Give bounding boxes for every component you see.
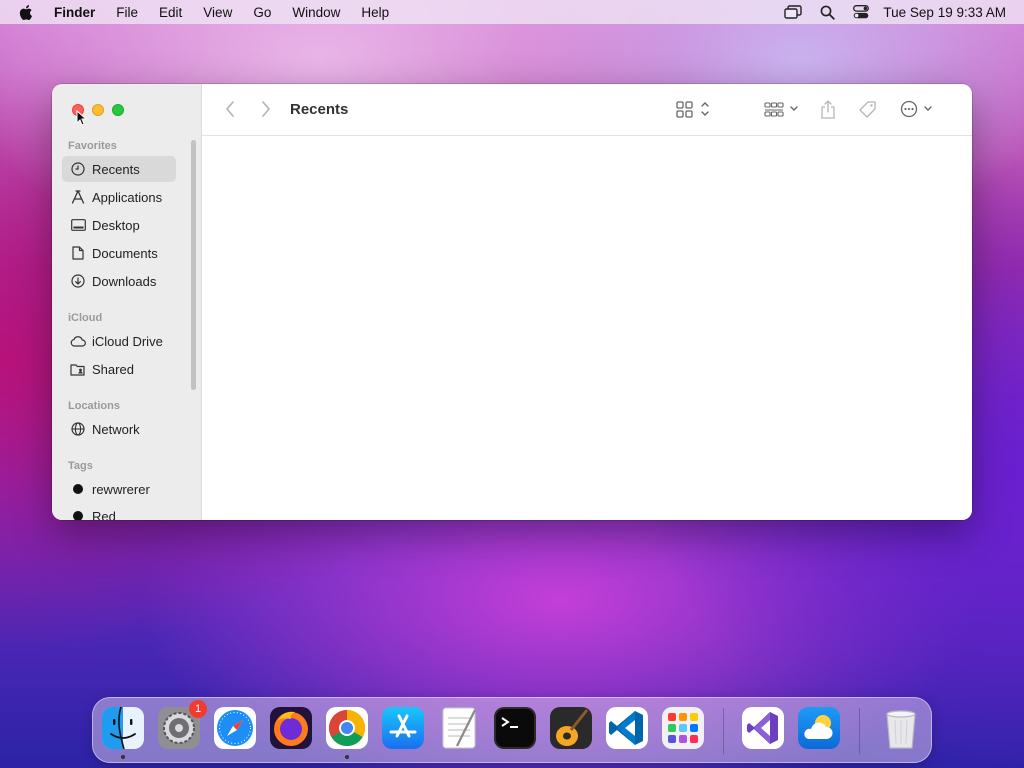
sidebar-item-label: Documents [92, 245, 158, 261]
dock: 1 [92, 697, 932, 763]
minimize-button[interactable] [92, 104, 104, 116]
sidebar-item-label: rewwrerer [92, 481, 150, 497]
menu-bar: Finder File Edit View Go Window Help Tue… [0, 0, 1024, 24]
textedit-icon [442, 707, 476, 749]
download-icon [70, 273, 86, 289]
dock-visual-studio[interactable] [741, 706, 785, 750]
dock-launchpad[interactable] [661, 706, 705, 750]
running-indicator [121, 755, 125, 759]
sidebar-tag-rewwrerer[interactable]: rewwrerer [62, 476, 176, 502]
dock-chrome[interactable] [325, 706, 369, 759]
sidebar-section-locations: Locations [68, 400, 120, 412]
sidebar-item-label: Applications [92, 189, 163, 205]
dock-separator [859, 708, 860, 754]
globe-icon [70, 421, 86, 437]
sidebar-item-shared[interactable]: Shared [62, 356, 176, 382]
terminal-icon [494, 707, 536, 749]
sidebar-item-label: Shared [92, 361, 134, 377]
dock-separator [723, 708, 724, 754]
dock-app-store[interactable] [381, 706, 425, 750]
visual-studio-icon [742, 707, 784, 749]
sidebar-item-documents[interactable]: Documents [62, 240, 176, 266]
sidebar-item-label: Recents [92, 161, 140, 177]
menu-view[interactable]: View [203, 5, 232, 20]
spotlight-search-icon[interactable] [820, 5, 836, 20]
menu-file[interactable]: File [116, 5, 138, 20]
dock-textedit[interactable] [437, 706, 481, 750]
trash-icon [886, 710, 916, 749]
forward-icon[interactable] [260, 100, 272, 118]
sidebar-item-label: iCloud Drive [92, 333, 163, 349]
launchpad-grid-icon [662, 707, 704, 749]
sidebar-item-icloud-drive[interactable]: iCloud Drive [62, 328, 176, 354]
dock-finder[interactable] [101, 706, 145, 759]
desktop-icon [70, 217, 86, 233]
chrome-icon [326, 707, 368, 749]
app-menu-finder[interactable]: Finder [54, 5, 95, 20]
sidebar-item-label: Downloads [92, 273, 157, 289]
share-icon[interactable] [820, 100, 836, 120]
back-icon[interactable] [224, 100, 236, 118]
finder-icon [102, 706, 144, 750]
clock-icon [70, 161, 86, 177]
finder-sidebar: Favorites Recents Applications Desktop D… [52, 84, 202, 520]
apple-menu-icon[interactable] [18, 3, 36, 21]
dock-terminal[interactable] [493, 706, 537, 750]
file-list-area[interactable] [202, 136, 972, 520]
sidebar-item-label: Desktop [92, 217, 140, 233]
tag-icon[interactable] [858, 100, 878, 120]
dock-system-settings[interactable]: 1 [157, 700, 207, 750]
dock-garageband[interactable] [549, 706, 593, 750]
sidebar-item-recents[interactable]: Recents [62, 156, 176, 182]
zoom-button[interactable] [112, 104, 124, 116]
finder-window: Favorites Recents Applications Desktop D… [52, 84, 972, 520]
group-icon[interactable] [764, 100, 800, 118]
dock-trash[interactable] [879, 706, 923, 750]
sidebar-section-icloud: iCloud [68, 312, 103, 324]
sidebar-tag-red[interactable]: Red [62, 503, 176, 520]
app-store-icon [382, 707, 424, 749]
view-mode-icon[interactable] [676, 100, 712, 118]
dock-vscode[interactable] [605, 706, 649, 750]
cloud-icon [70, 333, 86, 349]
menu-bar-status-area: Tue Sep 19 9:33 AM [766, 0, 1006, 24]
safari-compass-icon [214, 707, 256, 749]
document-icon [70, 245, 86, 261]
sidebar-item-network[interactable]: Network [62, 416, 176, 442]
weather-icon [798, 707, 840, 749]
sidebar-section-favorites: Favorites [68, 140, 117, 152]
garageband-guitar-icon [550, 707, 592, 749]
sidebar-item-desktop[interactable]: Desktop [62, 212, 176, 238]
tag-color-dot [70, 508, 86, 520]
vscode-icon [606, 707, 648, 749]
menu-help[interactable]: Help [361, 5, 389, 20]
dock-safari[interactable] [213, 706, 257, 750]
dock-firefox[interactable] [269, 706, 313, 750]
more-actions-icon[interactable] [900, 100, 936, 118]
dock-weather[interactable] [797, 706, 841, 750]
finder-toolbar: Recents [202, 84, 972, 136]
control-center-icon[interactable] [853, 5, 870, 19]
notification-badge: 1 [189, 700, 207, 718]
window-title: Recents [290, 101, 349, 118]
shared-folder-icon [70, 361, 86, 377]
running-indicator [345, 755, 349, 759]
sidebar-item-label: Network [92, 421, 140, 437]
sidebar-item-label: Red [92, 508, 116, 521]
menu-edit[interactable]: Edit [159, 5, 182, 20]
menu-window[interactable]: Window [292, 5, 340, 20]
tag-color-dot [70, 481, 86, 497]
sidebar-item-downloads[interactable]: Downloads [62, 268, 176, 294]
screen-mirroring-icon[interactable] [784, 5, 803, 19]
sidebar-scrollbar[interactable] [191, 140, 196, 390]
sidebar-item-applications[interactable]: Applications [62, 184, 176, 210]
applications-icon [70, 189, 86, 205]
sidebar-section-tags: Tags [68, 460, 93, 472]
menu-bar-clock[interactable]: Tue Sep 19 9:33 AM [883, 5, 1006, 20]
firefox-icon [270, 707, 312, 749]
mouse-pointer-icon [76, 109, 88, 131]
menu-go[interactable]: Go [253, 5, 271, 20]
